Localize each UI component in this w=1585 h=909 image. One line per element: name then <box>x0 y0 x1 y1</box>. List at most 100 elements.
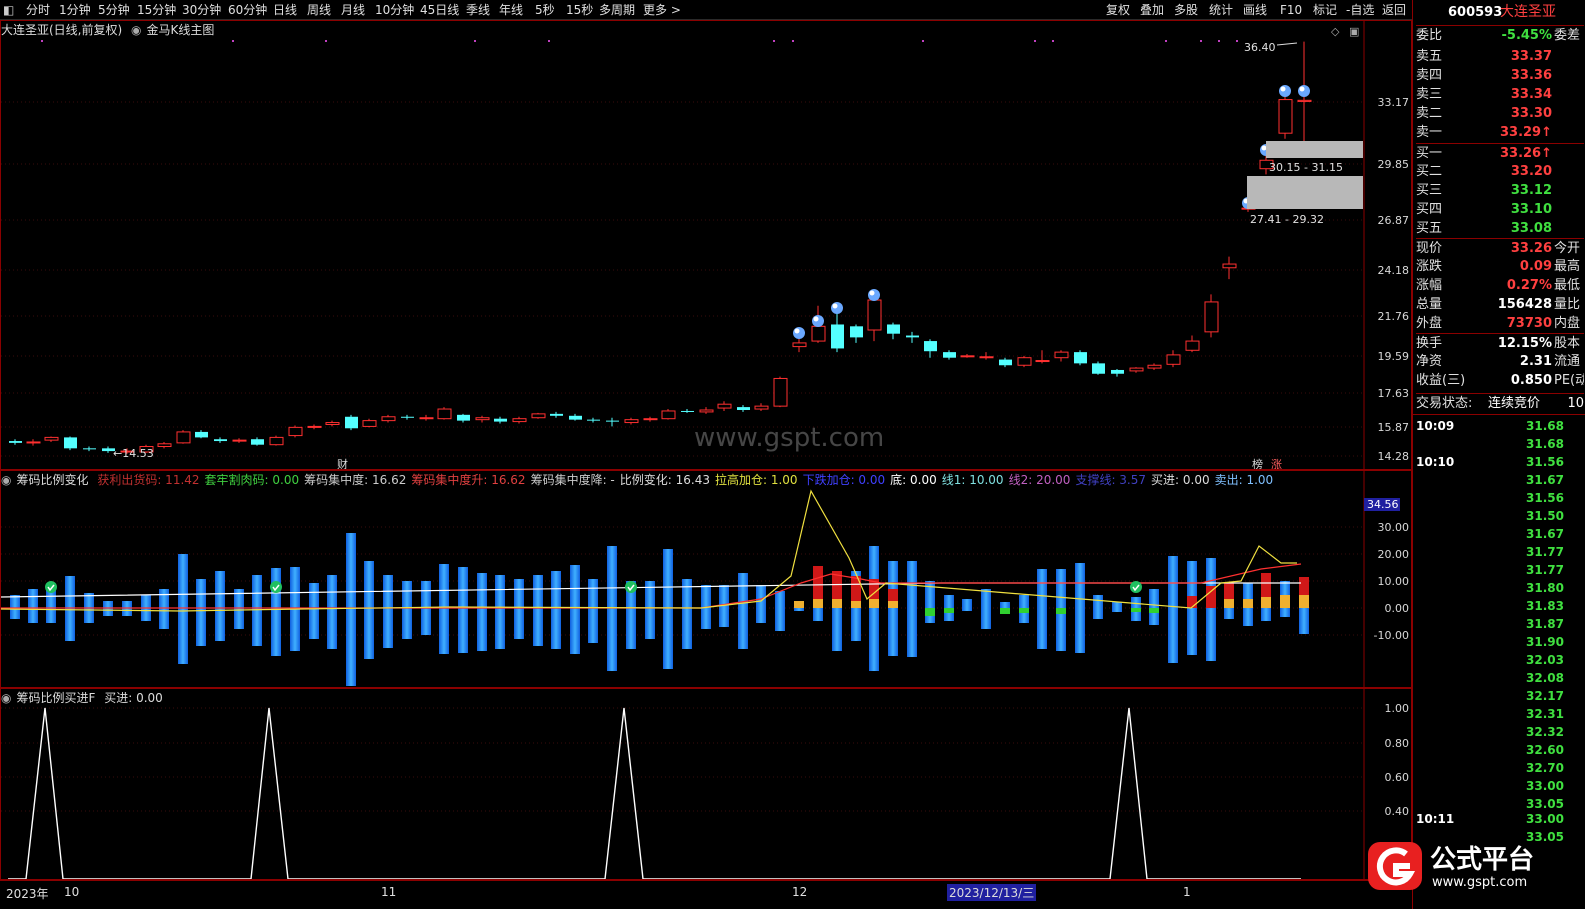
kline-panel[interactable]: 大连圣亚(日线,前复权) ◉ 金马K线主图 33.17 29.85 26.87 24.1… <box>0 20 1412 470</box>
chip-axis-label: 10.00 <box>1378 575 1410 588</box>
chip-pullup-bar <box>1280 595 1290 608</box>
bid-row-3: 买三 33.12 <box>1416 181 1584 200</box>
candlestick <box>64 436 77 451</box>
signal-ball-icon <box>1298 85 1310 97</box>
tick-list[interactable]: 10:09 31.68 31.68 10:10 31.56 31.67 31.56 31.50… <box>1413 414 1585 909</box>
chip-bar <box>570 565 580 654</box>
stat-row-1-label: 涨跌 <box>1416 259 1443 274</box>
chip-bar <box>1112 602 1122 612</box>
chip-cut-bar <box>1056 608 1066 614</box>
tick-price: 31.56 <box>1526 491 1564 505</box>
chip-bar <box>981 589 991 629</box>
tick-price: 32.17 <box>1526 689 1564 703</box>
btn-tongji[interactable]: 统计 <box>1209 0 1233 19</box>
tick-price: 31.68 <box>1526 437 1564 451</box>
period-more[interactable]: 更多 > <box>643 0 681 19</box>
signal-dot <box>1236 40 1238 42</box>
tick-row: 32.60 <box>1416 741 1584 759</box>
btn-zixuan[interactable]: -自选 <box>1346 0 1374 19</box>
btn-duogu[interactable]: 多股 <box>1174 0 1198 19</box>
candlestick <box>419 414 434 421</box>
period-1min[interactable]: 1分钟 <box>59 0 91 19</box>
period-monthly[interactable]: 月线 <box>341 0 365 19</box>
period-multi[interactable]: 多周期 <box>599 0 635 19</box>
buy-axis-label: 0.60 <box>1385 771 1410 784</box>
weibi-value: -5.45% <box>1501 28 1553 43</box>
chip-bar <box>458 567 468 653</box>
stat-row-5: 换手 12.15% 股本 <box>1416 333 1584 352</box>
period-15min[interactable]: 15分钟 <box>137 0 176 19</box>
quote-panel: 600593 大连圣亚 委比 -5.45% 委差 卖五 33.37 卖四 33.36 卖… <box>1412 0 1585 909</box>
period-quarter[interactable]: 季线 <box>466 0 490 19</box>
trade-status-label: 交易状态: <box>1416 396 1473 411</box>
candlestick <box>44 436 59 442</box>
resistance-zone-label: 30.15 - 31.15 <box>1269 161 1343 174</box>
stat-row-6-ext: 流通 <box>1554 354 1581 369</box>
period-5s[interactable]: 5秒 <box>535 0 555 19</box>
tick-time: 10:10 <box>1416 455 1455 469</box>
period-daily[interactable]: 日线 <box>273 0 297 19</box>
date-label-year: 2023年 <box>6 887 49 901</box>
stat-row-5-label: 换手 <box>1416 336 1443 351</box>
chip-buy-panel[interactable]: ◉ 筹码比例买进F 买进: 0.00 1.00 0.80 0.60 0.40 <box>0 688 1412 880</box>
support-zone <box>1247 176 1363 209</box>
tick-row: 31.77 <box>1416 543 1584 561</box>
btn-fuquan[interactable]: 复权 <box>1106 0 1130 19</box>
weibi-row: 委比 -5.45% 委差 <box>1416 25 1584 44</box>
stat-row-0: 现价 33.26 今开 <box>1416 238 1584 257</box>
chip-buy-chart[interactable]: 1.00 0.80 0.60 0.40 <box>1 689 1411 879</box>
btn-diejia[interactable]: 叠加 <box>1140 0 1164 19</box>
candlestick <box>924 339 937 358</box>
tick-row: 10:11 33.00 <box>1416 810 1584 828</box>
chip-cut-bar <box>944 608 954 613</box>
tick-price: 31.77 <box>1526 563 1564 577</box>
bang-marker: 榜 <box>1252 457 1263 469</box>
candlestick <box>867 296 882 342</box>
stat-row-6-value: 2.31 <box>1519 354 1552 369</box>
tick-row: 32.31 <box>1416 705 1584 723</box>
chip-bar <box>888 561 898 656</box>
period-45day[interactable]: 45日线 <box>420 0 459 19</box>
candlestick <box>195 430 208 439</box>
period-5min[interactable]: 5分钟 <box>98 0 130 19</box>
chip-bar <box>533 575 543 646</box>
ask-row-4-label: 卖四 <box>1416 68 1443 83</box>
btn-huaxian[interactable]: 画线 <box>1243 0 1267 19</box>
tick-price: 31.67 <box>1526 527 1564 541</box>
ask-row-3-label: 卖三 <box>1416 87 1443 102</box>
kline-chart[interactable]: 33.17 29.85 26.87 24.18 21.76 19.59 17.63 15.87… <box>1 21 1411 469</box>
stat-row-0-value: 33.26 <box>1510 241 1552 256</box>
chip-bar <box>178 554 188 664</box>
period-year[interactable]: 年线 <box>499 0 523 19</box>
period-weekly[interactable]: 周线 <box>307 0 331 19</box>
period-30min[interactable]: 30分钟 <box>182 0 221 19</box>
period-60min[interactable]: 60分钟 <box>228 0 267 19</box>
signal-dot <box>1200 40 1202 42</box>
chip-cut-bar <box>1000 608 1010 614</box>
period-10min[interactable]: 10分钟 <box>375 0 414 19</box>
support-zone-label: 27.41 - 29.32 <box>1250 213 1324 226</box>
ask-row-2-label: 卖二 <box>1416 106 1443 121</box>
stat-row-3: 总量 156428 量比 <box>1416 295 1584 314</box>
stock-name: 大连圣亚 <box>1500 4 1556 20</box>
candlestick <box>754 403 769 411</box>
btn-biaoji[interactable]: 标记 <box>1313 0 1337 19</box>
chip-bar <box>869 546 879 671</box>
period-fenshi[interactable]: 分时 <box>26 0 50 19</box>
tick-price: 31.80 <box>1526 581 1564 595</box>
candlestick <box>345 414 358 431</box>
chip-axis-label: 20.00 <box>1378 548 1410 561</box>
menu-icon[interactable]: ◧ <box>3 0 14 19</box>
btn-f10[interactable]: F10 <box>1280 0 1302 19</box>
signal-dot <box>773 40 775 42</box>
chip-ratio-panel[interactable]: ◉ 筹码比例变化 获利出货码: 11.42 套牢割肉码: 0.00 筹码集中度: 16… <box>0 470 1412 688</box>
chip-bar <box>346 533 356 686</box>
period-15s[interactable]: 15秒 <box>566 0 593 19</box>
chip-ratio-chart[interactable]: 30.00 20.00 10.00 0.00 -10.00 34.56 <box>1 471 1411 687</box>
candlestick <box>792 337 807 353</box>
btn-fanhui[interactable]: 返回 <box>1382 0 1406 19</box>
chip-pullup-bar <box>888 601 898 608</box>
candlestick <box>850 324 863 343</box>
tick-row: 31.83 <box>1416 597 1584 615</box>
bid-row-2-label: 买二 <box>1416 164 1443 179</box>
